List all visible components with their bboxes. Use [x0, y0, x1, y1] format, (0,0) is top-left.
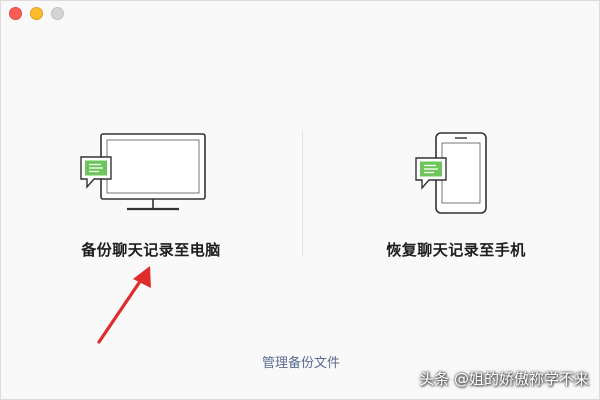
monitor-chat-icon [80, 133, 206, 211]
divider [302, 131, 303, 256]
manage-backup-files-link[interactable]: 管理备份文件 [201, 352, 401, 371]
restore-to-phone-label: 恢复聊天记录至手机 [386, 241, 526, 259]
minimize-window-button[interactable] [30, 7, 43, 20]
watermark: 头条 @姐的娇傲祢学不来 [419, 370, 589, 388]
red-arrow-icon [97, 266, 151, 344]
close-window-button[interactable] [9, 7, 22, 20]
backup-to-computer-option[interactable]: 备份聊天记录至电脑 [41, 121, 261, 271]
app-window: 备份聊天记录至电脑 恢复聊天记录至手机 管理备份文件 头条 @姐的娇傲祢学不来 [0, 0, 600, 400]
maximize-window-button[interactable] [51, 7, 64, 20]
restore-to-phone-option[interactable]: 恢复聊天记录至手机 [346, 121, 566, 271]
phone-chat-icon [415, 132, 487, 214]
backup-to-computer-label: 备份聊天记录至电脑 [81, 241, 221, 259]
